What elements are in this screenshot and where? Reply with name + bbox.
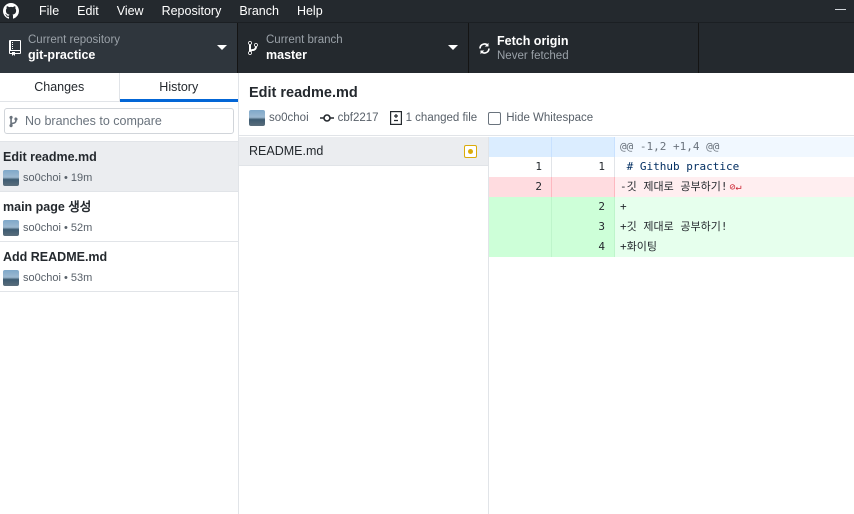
sync-icon [471, 42, 497, 55]
diff-hunk-header: @@ -1,2 +1,4 @@ [489, 137, 854, 157]
commit-author-name: so0choi [269, 112, 309, 124]
commit-details: Edit readme.md so0choi cbf2217 1 changed… [239, 73, 854, 514]
current-branch-label: Current branch [266, 34, 343, 46]
commit-meta: so0choi • 19m [23, 172, 93, 184]
diff-line-text: # Github practice [620, 160, 740, 173]
new-line-number: 2 [552, 197, 615, 217]
hunk-header-text: @@ -1,2 +1,4 @@ [620, 140, 720, 153]
commit-title: main page 생성 [3, 200, 92, 214]
tab-changes[interactable]: Changes [0, 73, 120, 101]
no-newline-icon: ⊘↵ [729, 182, 742, 193]
new-line-number: 4 [552, 237, 615, 257]
commit-title: Edit readme.md [3, 150, 97, 164]
changed-files-label: 1 changed file [405, 112, 478, 124]
toolbar: Current repository git-practice Current … [0, 22, 854, 73]
old-line-number [489, 197, 552, 217]
new-line-number: 3 [552, 217, 615, 237]
current-repository-label: Current repository [28, 34, 121, 46]
file-item[interactable]: README.md [239, 137, 488, 166]
branch-icon [9, 115, 23, 128]
avatar [3, 220, 19, 236]
diff-line: 4 +화이팅 [489, 237, 854, 257]
commit-meta: so0choi • 52m [23, 222, 93, 234]
old-line-number: 2 [489, 177, 552, 197]
compare-branch-input[interactable]: No branches to compare [4, 108, 234, 134]
hide-whitespace-toggle[interactable]: Hide Whitespace [488, 111, 594, 125]
current-repository-button[interactable]: Current repository git-practice [0, 23, 238, 73]
github-logo-icon [0, 0, 22, 22]
commit-item[interactable]: main page 생성 so0choi • 52m [0, 192, 238, 242]
diff-line: 2 -깃 제대로 공부하기! ⊘↵ [489, 177, 854, 197]
sidebar: Changes History No branches to compare E… [0, 73, 239, 514]
changed-files-count: 1 changed file [389, 111, 478, 125]
diff-line: 1 1 # Github practice [489, 157, 854, 177]
menu-help[interactable]: Help [288, 0, 332, 22]
old-line-number: 1 [489, 157, 552, 177]
hide-whitespace-label: Hide Whitespace [506, 112, 594, 124]
fetch-origin-button[interactable]: Fetch origin Never fetched [469, 23, 699, 73]
diff-line: 2 + [489, 197, 854, 217]
branch-icon [240, 40, 266, 56]
hide-whitespace-checkbox[interactable] [488, 111, 502, 125]
chevron-down-icon [448, 45, 458, 50]
old-line-number [489, 217, 552, 237]
diff-line: 3 +깃 제대로 공부하기! [489, 217, 854, 237]
current-repository-value: git-practice [28, 48, 96, 62]
diff-view: @@ -1,2 +1,4 @@ 1 1 # Github practice 2 … [489, 137, 854, 514]
minimize-icon[interactable] [835, 9, 846, 10]
diff-line-text: + [620, 200, 627, 213]
old-line-number [489, 237, 552, 257]
menu-view[interactable]: View [108, 0, 153, 22]
compare-branch-placeholder: No branches to compare [25, 114, 162, 128]
avatar [249, 110, 265, 126]
fetch-status: Never fetched [497, 50, 569, 62]
commit-sha[interactable]: cbf2217 [319, 112, 379, 124]
diff-line-text: +화이팅 [620, 240, 657, 253]
commit-author: so0choi [249, 110, 309, 126]
commit-item[interactable]: Add README.md so0choi • 53m [0, 242, 238, 292]
avatar [3, 170, 19, 186]
avatar [3, 270, 19, 286]
menu-edit[interactable]: Edit [68, 0, 108, 22]
file-name: README.md [249, 144, 324, 158]
tab-history[interactable]: History [119, 73, 239, 102]
sidebar-tabs: Changes History [0, 73, 238, 102]
commit-icon [319, 114, 334, 122]
current-branch-value: master [266, 48, 307, 62]
modified-icon [464, 145, 477, 158]
menu-branch[interactable]: Branch [230, 0, 288, 22]
menu-bar: File Edit View Repository Branch Help [0, 0, 854, 22]
commit-meta: so0choi • 53m [23, 272, 93, 284]
commit-header: Edit readme.md so0choi cbf2217 1 changed… [239, 73, 854, 136]
commit-item[interactable]: Edit readme.md so0choi • 19m [0, 142, 238, 192]
commit-title: Add README.md [3, 250, 108, 264]
repo-icon [2, 40, 28, 56]
commit-summary: Edit readme.md [249, 85, 358, 101]
new-line-number: 1 [552, 157, 615, 177]
menu-repository[interactable]: Repository [153, 0, 231, 22]
fetch-origin-label: Fetch origin [497, 34, 569, 48]
changed-file-list: README.md [239, 137, 489, 514]
file-diff-icon [389, 111, 402, 125]
diff-line-text: +깃 제대로 공부하기! [620, 220, 728, 233]
compare-branch-wrapper: No branches to compare [0, 102, 238, 142]
commit-sha-value: cbf2217 [337, 112, 379, 124]
diff-line-text: -깃 제대로 공부하기! [620, 180, 728, 193]
chevron-down-icon [217, 45, 227, 50]
current-branch-button[interactable]: Current branch master [238, 23, 469, 73]
menu-file[interactable]: File [30, 0, 68, 22]
new-line-number [552, 177, 615, 197]
